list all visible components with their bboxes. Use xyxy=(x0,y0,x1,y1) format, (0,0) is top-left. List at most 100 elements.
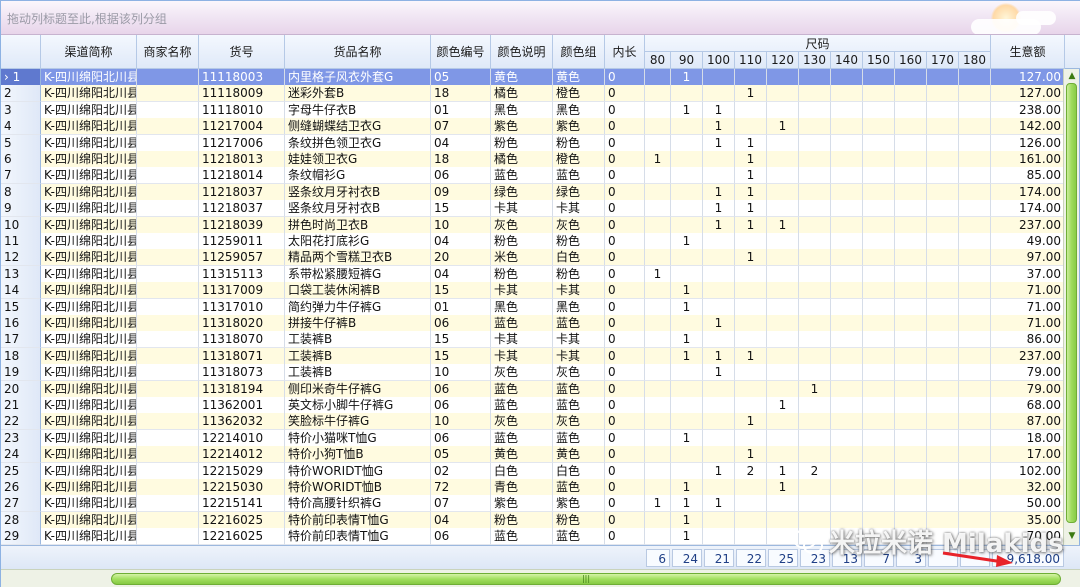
column-header-size[interactable]: 160 xyxy=(895,52,927,69)
row-indicator-header[interactable] xyxy=(1,35,41,69)
cell-cg: 黑色 xyxy=(553,101,605,119)
cell-size-qty xyxy=(863,298,895,316)
cell-size-qty xyxy=(671,200,703,218)
row-number: 26 xyxy=(1,479,41,496)
table-row[interactable]: 20 K-四川绵阳北川县 11318194 侧印米奇牛仔裤G 06 蓝色 蓝色 0 1 79.00 xyxy=(1,380,1065,398)
table-row[interactable]: › 1 K-四川绵阳北川县 11118003 内里格子风衣外套G 05 黄色 黄色 0 1 127… xyxy=(1,69,1065,86)
cell-size-qty xyxy=(799,118,831,136)
cell-amount: 71.00 xyxy=(991,282,1065,300)
column-header-size[interactable]: 120 xyxy=(767,52,799,69)
table-row[interactable]: 26 K-四川绵阳北川县 12215030 特价WORIDT恤B 72 青色 蓝色 0 1 1 32… xyxy=(1,479,1065,496)
horizontal-scroll-thumb[interactable]: ||| xyxy=(111,573,1061,585)
column-header-size[interactable]: 90 xyxy=(671,52,703,69)
column-header-size[interactable]: 130 xyxy=(799,52,831,69)
table-row[interactable]: 21 K-四川绵阳北川县 11362001 英文标小脚牛仔裤G 06 蓝色 蓝色 0 1 68.0… xyxy=(1,397,1065,414)
scroll-up-arrow-icon[interactable]: ▲ xyxy=(1067,71,1077,81)
table-row[interactable]: 12 K-四川绵阳北川县 11259057 精品两个雪糕卫衣B 20 米色 白色 0 1 97.0… xyxy=(1,249,1065,267)
table-row[interactable]: 5 K-四川绵阳北川县 11217006 条纹拼色领卫衣G 04 粉色 粉色 0 1 1 126.0… xyxy=(1,134,1065,152)
table-row[interactable]: 10 K-四川绵阳北川县 11218039 拼色时尚卫衣B 10 灰色 灰色 0 1 1 1 237.… xyxy=(1,216,1065,234)
table-row[interactable]: 19 K-四川绵阳北川县 11318073 工装裤B 10 灰色 灰色 0 1 79.00 xyxy=(1,364,1065,382)
cell-merchant xyxy=(137,200,199,218)
cell-size-qty xyxy=(895,200,927,218)
cell-sku: 12215030 xyxy=(199,479,285,496)
cell-size-qty xyxy=(645,347,671,365)
table-row[interactable]: 23 K-四川绵阳北川县 12214010 特价小猫咪T恤G 06 蓝色 蓝色 0 1 18.00 xyxy=(1,429,1065,447)
cell-size-qty xyxy=(735,315,767,332)
column-header-size[interactable]: 80 xyxy=(645,52,671,69)
table-row[interactable]: 6 K-四川绵阳北川县 11218013 娃娃领卫衣G 18 橘色 橙色 0 1 1 161.00 xyxy=(1,151,1065,168)
column-header-inner-len[interactable]: 内长 xyxy=(605,35,645,69)
table-row[interactable]: 14 K-四川绵阳北川县 11317009 口袋工装休闲裤B 15 卡其 卡其 0 1 71.00 xyxy=(1,282,1065,300)
cell-name: 竖条纹月牙衬衣B xyxy=(285,183,431,201)
column-header-color-desc[interactable]: 颜色说明 xyxy=(491,35,553,69)
column-header-amount[interactable]: 生意额 xyxy=(991,35,1065,69)
cell-size-qty xyxy=(927,315,959,332)
column-header-color-code[interactable]: 颜色编号 xyxy=(431,35,491,69)
cell-channel: K-四川绵阳北川县 xyxy=(41,397,137,414)
table-row[interactable]: 8 K-四川绵阳北川县 11218037 竖条纹月牙衬衣B 09 绿色 绿色 0 1 1 174.0… xyxy=(1,183,1065,201)
table-row[interactable]: 15 K-四川绵阳北川县 11317010 简约弹力牛仔裤G 01 黑色 黑色 0 1 71.00 xyxy=(1,298,1065,316)
table-row[interactable]: 16 K-四川绵阳北川县 11318020 拼接牛仔裤B 06 蓝色 蓝色 0 1 71.00 xyxy=(1,315,1065,332)
row-number: 10 xyxy=(1,216,41,234)
column-header-channel[interactable]: 渠道简称 xyxy=(41,35,137,69)
cell-size-qty xyxy=(645,183,671,201)
cell-cc: 06 xyxy=(431,528,491,545)
table-row[interactable]: 18 K-四川绵阳北川县 11318071 工装裤B 15 卡其 卡其 0 1 1 1 237.00 xyxy=(1,347,1065,365)
cell-amount: 86.00 xyxy=(991,331,1065,349)
column-header-sku[interactable]: 货号 xyxy=(199,35,285,69)
cell-size-qty xyxy=(671,249,703,267)
column-header-size[interactable]: 110 xyxy=(735,52,767,69)
cell-cg: 紫色 xyxy=(553,495,605,513)
cell-size-qty xyxy=(863,151,895,168)
table-row[interactable]: 7 K-四川绵阳北川县 11218014 条纹帽衫G 06 蓝色 蓝色 0 1 85.00 xyxy=(1,167,1065,185)
vertical-scroll-thumb[interactable] xyxy=(1066,83,1077,523)
column-header-size[interactable]: 100 xyxy=(703,52,735,69)
cell-sku: 11318070 xyxy=(199,331,285,349)
cell-size-qty xyxy=(863,364,895,382)
vertical-scrollbar[interactable]: ▲ ▼ xyxy=(1063,69,1079,545)
cell-amount: 71.00 xyxy=(991,315,1065,332)
row-number: 4 xyxy=(1,118,41,136)
cell-il: 0 xyxy=(605,298,645,316)
cell-name: 字母牛仔衣B xyxy=(285,101,431,119)
table-row[interactable]: 4 K-四川绵阳北川县 11217004 侧缝蝴蝶结卫衣G 07 紫色 紫色 0 1 1 142.0… xyxy=(1,118,1065,136)
column-header-name[interactable]: 货品名称 xyxy=(285,35,431,69)
table-row[interactable]: 3 K-四川绵阳北川县 11118010 字母牛仔衣B 01 黑色 黑色 0 1 1 238.00 xyxy=(1,101,1065,119)
column-header-merchant[interactable]: 商家名称 xyxy=(137,35,199,69)
cell-name: 特价前印表情T恤G xyxy=(285,528,431,545)
table-row[interactable]: 2 K-四川绵阳北川县 11118009 迷彩外套B 18 橘色 橙色 0 1 127.00 xyxy=(1,85,1065,103)
table-row[interactable]: 9 K-四川绵阳北川县 11218037 竖条纹月牙衬衣B 15 卡其 卡其 0 1 1 174.0… xyxy=(1,200,1065,218)
cell-cc: 09 xyxy=(431,183,491,201)
table-row[interactable]: 13 K-四川绵阳北川县 11315113 系带松紧腰短裤G 04 粉色 粉色 0 1 37.00 xyxy=(1,265,1065,283)
cell-cd: 蓝色 xyxy=(491,167,553,185)
column-header-size[interactable]: 170 xyxy=(927,52,959,69)
table-row[interactable]: 25 K-四川绵阳北川县 12215029 特价WORIDT恤G 02 白色 白色 0 1 2 1 2… xyxy=(1,462,1065,480)
table-row[interactable]: 24 K-四川绵阳北川县 12214012 特价小狗T恤B 05 黄色 黄色 0 1 17.00 xyxy=(1,446,1065,464)
cell-size-qty xyxy=(831,347,863,365)
cell-cc: 05 xyxy=(431,446,491,464)
horizontal-scrollbar[interactable]: ||| xyxy=(1,569,1080,587)
table-row[interactable]: 11 K-四川绵阳北川县 11259011 太阳花打底衫G 04 粉色 粉色 0 1 49.00 xyxy=(1,233,1065,250)
column-header-size[interactable]: 180 xyxy=(959,52,991,69)
cell-size-qty xyxy=(927,151,959,168)
cell-il: 0 xyxy=(605,282,645,300)
row-number: 20 xyxy=(1,380,41,398)
cell-size-qty xyxy=(767,429,799,447)
cell-channel: K-四川绵阳北川县 xyxy=(41,200,137,218)
cell-merchant xyxy=(137,151,199,168)
cell-size-qty xyxy=(735,528,767,545)
group-by-panel[interactable]: 拖动列标题至此,根据该列分组 xyxy=(1,1,1080,35)
cell-size-qty xyxy=(671,446,703,464)
column-header-size[interactable]: 140 xyxy=(831,52,863,69)
cell-cd: 粉色 xyxy=(491,265,553,283)
cell-size-qty xyxy=(799,85,831,103)
cell-cd: 卡其 xyxy=(491,200,553,218)
column-header-size-group[interactable]: 尺码 xyxy=(645,35,991,52)
cell-size-qty xyxy=(671,118,703,136)
table-row[interactable]: 22 K-四川绵阳北川县 11362032 笑脸标牛仔裤G 10 灰色 灰色 0 1 87.00 xyxy=(1,413,1065,431)
column-header-size[interactable]: 150 xyxy=(863,52,895,69)
table-row[interactable]: 17 K-四川绵阳北川县 11318070 工装裤B 15 卡其 卡其 0 1 86.00 xyxy=(1,331,1065,349)
column-header-color-group[interactable]: 颜色组 xyxy=(553,35,605,69)
cell-amount: 32.00 xyxy=(991,479,1065,496)
table-row[interactable]: 27 K-四川绵阳北川县 12215141 特价高腰针织裤G 07 紫色 紫色 0 1 1 1 50.… xyxy=(1,495,1065,513)
